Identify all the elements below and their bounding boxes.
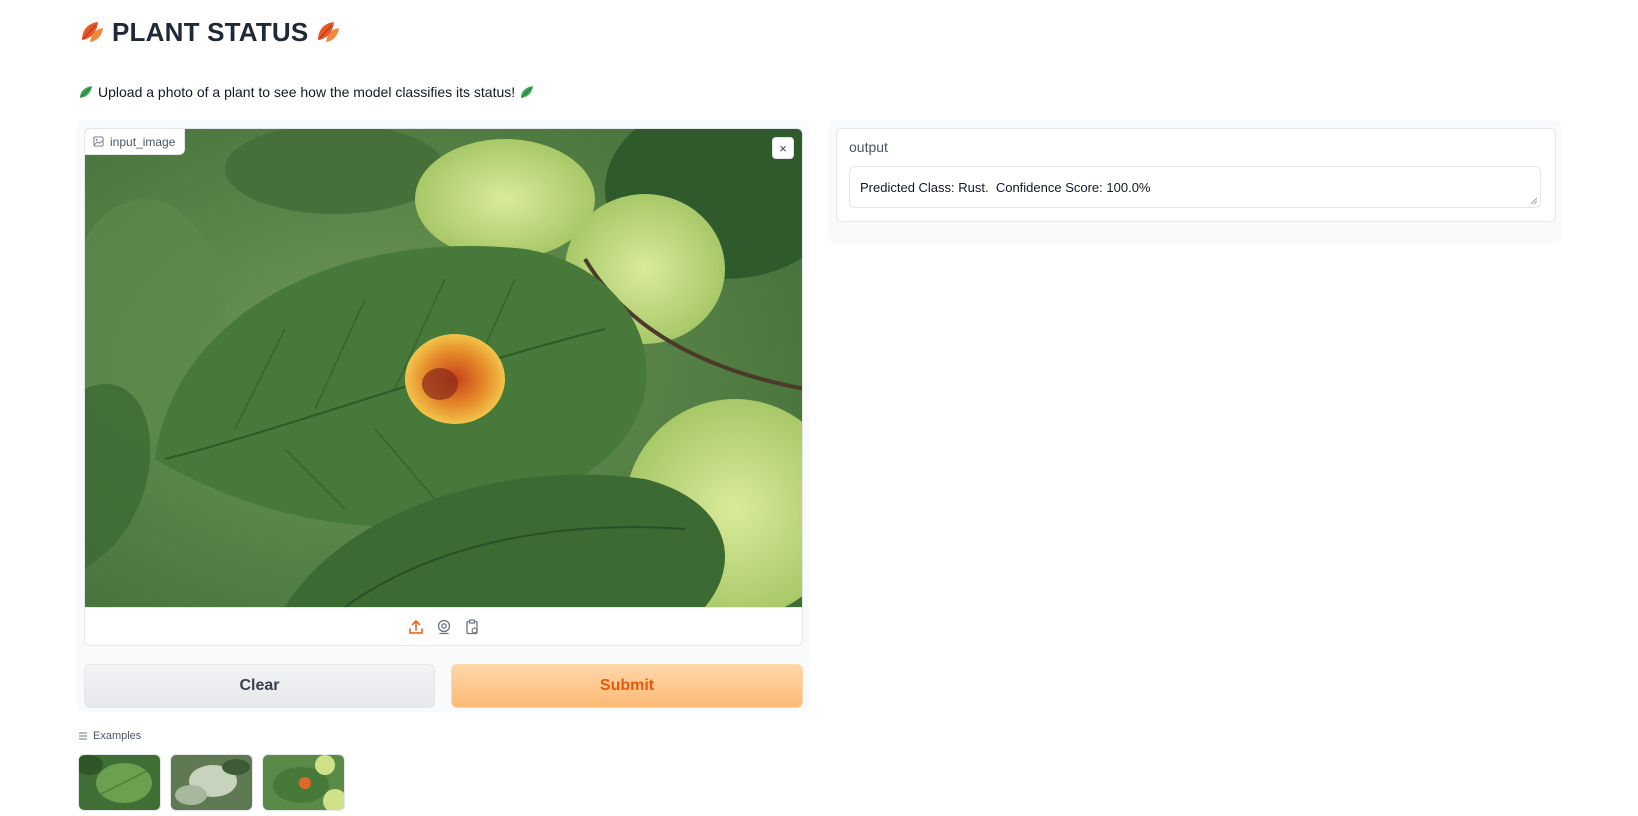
page-description: Upload a photo of a plant to see how the… <box>78 80 535 104</box>
list-icon <box>79 732 87 740</box>
paste-from-clipboard-button[interactable] <box>463 618 481 636</box>
fallen-leaf-emoji-icon <box>82 22 103 42</box>
clipboard-icon <box>465 619 478 635</box>
submit-button[interactable]: Submit <box>451 664 803 708</box>
fallen-leaf-emoji-icon <box>318 22 340 42</box>
image-input-label: input_image <box>85 129 186 155</box>
output-field[interactable]: Predicted Class: Rust. Confidence Score:… <box>849 166 1541 208</box>
leafy-green-emoji-icon <box>80 86 92 98</box>
examples-gallery <box>78 754 345 811</box>
webcam-icon <box>437 619 450 635</box>
image-icon <box>93 136 104 147</box>
page-title-text: PLANT STATUS <box>112 16 309 47</box>
output-textbox: output Predicted Class: Rust. Confidence… <box>836 128 1556 222</box>
upload-button[interactable] <box>407 618 425 636</box>
action-buttons: Clear Submit <box>84 664 803 708</box>
example-plant-photo <box>79 755 160 810</box>
image-input-label-text: input_image <box>110 134 176 149</box>
output-label: output <box>849 139 888 155</box>
example-thumbnail[interactable] <box>78 754 161 811</box>
image-input[interactable]: input_image × <box>84 128 803 646</box>
webcam-button[interactable] <box>435 618 453 636</box>
leafy-green-emoji-icon <box>521 86 534 98</box>
examples-label: Examples <box>93 730 142 742</box>
close-icon: × <box>779 140 787 156</box>
example-thumbnail[interactable] <box>170 754 253 811</box>
image-source-toolbar <box>85 607 802 645</box>
page-title: PLANT STATUS <box>78 14 342 50</box>
clear-button[interactable]: Clear <box>84 664 435 708</box>
page-description-text: Upload a photo of a plant to see how the… <box>98 84 516 100</box>
example-plant-photo <box>171 755 252 810</box>
output-panel: output Predicted Class: Rust. Confidence… <box>828 120 1562 244</box>
upload-icon <box>408 620 423 634</box>
input-panel: input_image × Clear Submit <box>76 120 809 712</box>
output-value: Predicted Class: Rust. Confidence Score:… <box>860 179 1151 195</box>
example-plant-photo <box>263 755 344 810</box>
clear-image-button[interactable]: × <box>772 137 794 159</box>
example-thumbnail[interactable] <box>262 754 345 811</box>
examples-header: Examples <box>78 728 141 744</box>
uploaded-plant-photo <box>85 129 802 607</box>
resize-handle-icon[interactable] <box>1530 197 1538 205</box>
